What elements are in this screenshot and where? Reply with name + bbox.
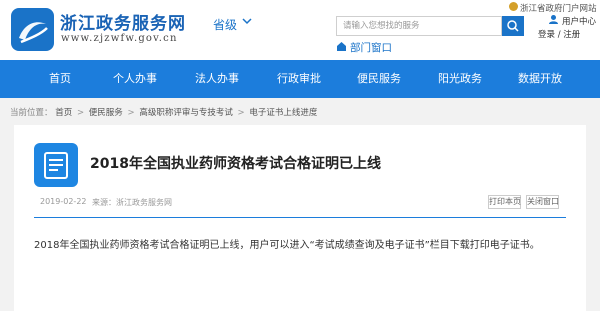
site-title[interactable]: 浙江政务服务网	[60, 9, 186, 34]
breadcrumb: 当前位置： 首页 > 便民服务 > 高级职称评审与专技考试 > 电子证书上线进度	[10, 106, 317, 118]
gov-portal-link[interactable]: 浙江省政府门户网站	[520, 2, 597, 14]
nav-item-open-gov[interactable]: 阳光政务	[437, 60, 483, 98]
main-nav: 首页 个人办事 法人办事 行政审批 便民服务 阳光政务 数据开放	[0, 60, 600, 98]
article-title: 2018年全国执业药师资格考试合格证明已上线	[90, 156, 381, 172]
register-link[interactable]: 注册	[563, 30, 580, 40]
article-divider	[34, 217, 566, 218]
breadcrumb-item-cert-progress[interactable]: 电子证书上线进度	[249, 108, 317, 118]
site-header: 浙江政务服务网 www.zjzwfw.gov.cn 省级 请输入您想找的服务 部…	[0, 0, 600, 60]
site-logo-icon[interactable]	[11, 8, 54, 51]
breadcrumb-separator: >	[237, 108, 245, 118]
chevron-down-icon[interactable]	[241, 15, 253, 27]
nav-item-convenience[interactable]: 便民服务	[356, 60, 402, 98]
site-url: www.zjzwfw.gov.cn	[61, 33, 178, 44]
dept-window-label: 部门窗口	[350, 42, 392, 54]
breadcrumb-item-title-review[interactable]: 高级职称评审与专技考试	[139, 108, 233, 118]
user-icon	[549, 15, 558, 24]
breadcrumb-item-convenience[interactable]: 便民服务	[89, 108, 123, 118]
print-button[interactable]: 打印本页	[488, 195, 521, 209]
search-input[interactable]: 请输入您想找的服务	[336, 16, 502, 36]
article-date: 2019-02-22	[40, 197, 87, 206]
article-body: 2018年全国执业药师资格考试合格证明已上线，用户可以进入“考试成绩查询及电子证…	[34, 240, 540, 251]
user-center-link[interactable]: 用户中心	[562, 15, 596, 27]
region-selector[interactable]: 省级	[213, 16, 237, 33]
dept-window-link[interactable]: 部门窗口	[337, 40, 392, 55]
login-separator: /	[557, 30, 561, 40]
breadcrumb-item-home[interactable]: 首页	[55, 108, 72, 118]
nav-item-open-data[interactable]: 数据开放	[517, 60, 563, 98]
nav-item-corporate[interactable]: 法人办事	[194, 60, 240, 98]
breadcrumb-separator: >	[127, 108, 135, 118]
login-link[interactable]: 登录	[538, 30, 555, 40]
gov-emblem-icon	[509, 2, 518, 11]
breadcrumb-separator: >	[76, 108, 85, 118]
close-window-button[interactable]: 关闭窗口	[526, 195, 559, 209]
document-icon	[34, 143, 78, 187]
nav-item-home[interactable]: 首页	[40, 60, 80, 98]
search-icon	[507, 20, 519, 32]
breadcrumb-prefix: 当前位置：	[10, 108, 53, 118]
login-register-links: 登录 / 注册	[538, 28, 580, 40]
search-button[interactable]	[502, 16, 524, 36]
article-source: 来源：浙江政务服务网	[92, 198, 172, 207]
nav-item-approval[interactable]: 行政审批	[276, 60, 322, 98]
nav-item-personal[interactable]: 个人办事	[112, 60, 158, 98]
